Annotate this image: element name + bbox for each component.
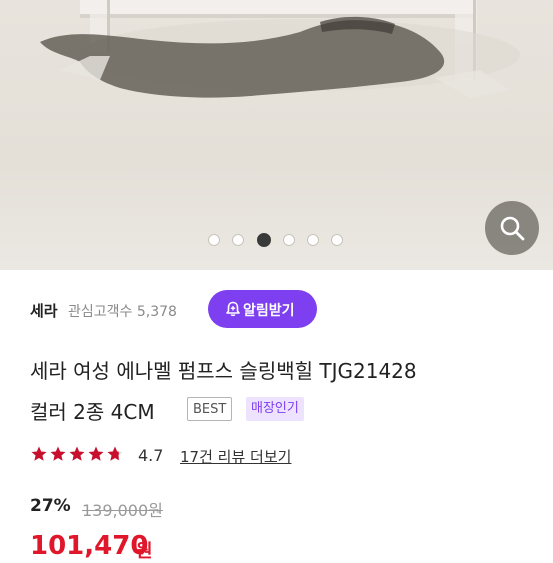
gallery-pagination[interactable] (0, 233, 553, 248)
product-image-gallery[interactable] (0, 0, 553, 270)
sale-price: 101,470 (30, 531, 149, 561)
star-icon (69, 446, 85, 461)
alarm-button[interactable]: 알림받기 (208, 290, 317, 328)
star-icon (50, 446, 66, 461)
bell-plus-icon (226, 301, 240, 317)
magnifier-icon (500, 216, 525, 241)
rating-row: 4.7 17건 리뷰 더보기 (30, 443, 550, 467)
store-popular-badge: 매장인기 (246, 397, 304, 421)
pagination-dot[interactable] (283, 234, 295, 246)
favorite-count: 관심고객수 5,378 (68, 304, 177, 320)
zoom-button[interactable] (485, 201, 539, 255)
pagination-dot[interactable] (232, 234, 244, 246)
brand-row: 세라 관심고객수 5,378 알림받기 (0, 288, 553, 332)
pagination-dot-active[interactable] (257, 233, 271, 247)
discount-rate: 27% (30, 496, 71, 516)
sale-price-unit: 원 (136, 541, 153, 562)
star-icon (88, 446, 104, 461)
shoe-photo (40, 0, 520, 98)
star-half-icon (107, 446, 123, 461)
review-more-link[interactable]: 17건 리뷰 더보기 (180, 446, 291, 467)
pagination-dot[interactable] (307, 234, 319, 246)
pagination-dot[interactable] (331, 234, 343, 246)
original-price: 139,000원 (82, 501, 163, 520)
brand-name[interactable]: 세라 (30, 300, 58, 321)
best-badge: BEST (187, 397, 233, 421)
alarm-button-label: 알림받기 (243, 303, 295, 319)
pagination-dot[interactable] (208, 234, 220, 246)
rating-value: 4.7 (138, 446, 164, 465)
product-title: 세라 여성 에나멜 펌프스 슬링백힐 TJG21428 (30, 359, 417, 383)
star-icon (31, 446, 47, 461)
product-title-suffix: 컬러 2종 4CM (30, 400, 155, 424)
